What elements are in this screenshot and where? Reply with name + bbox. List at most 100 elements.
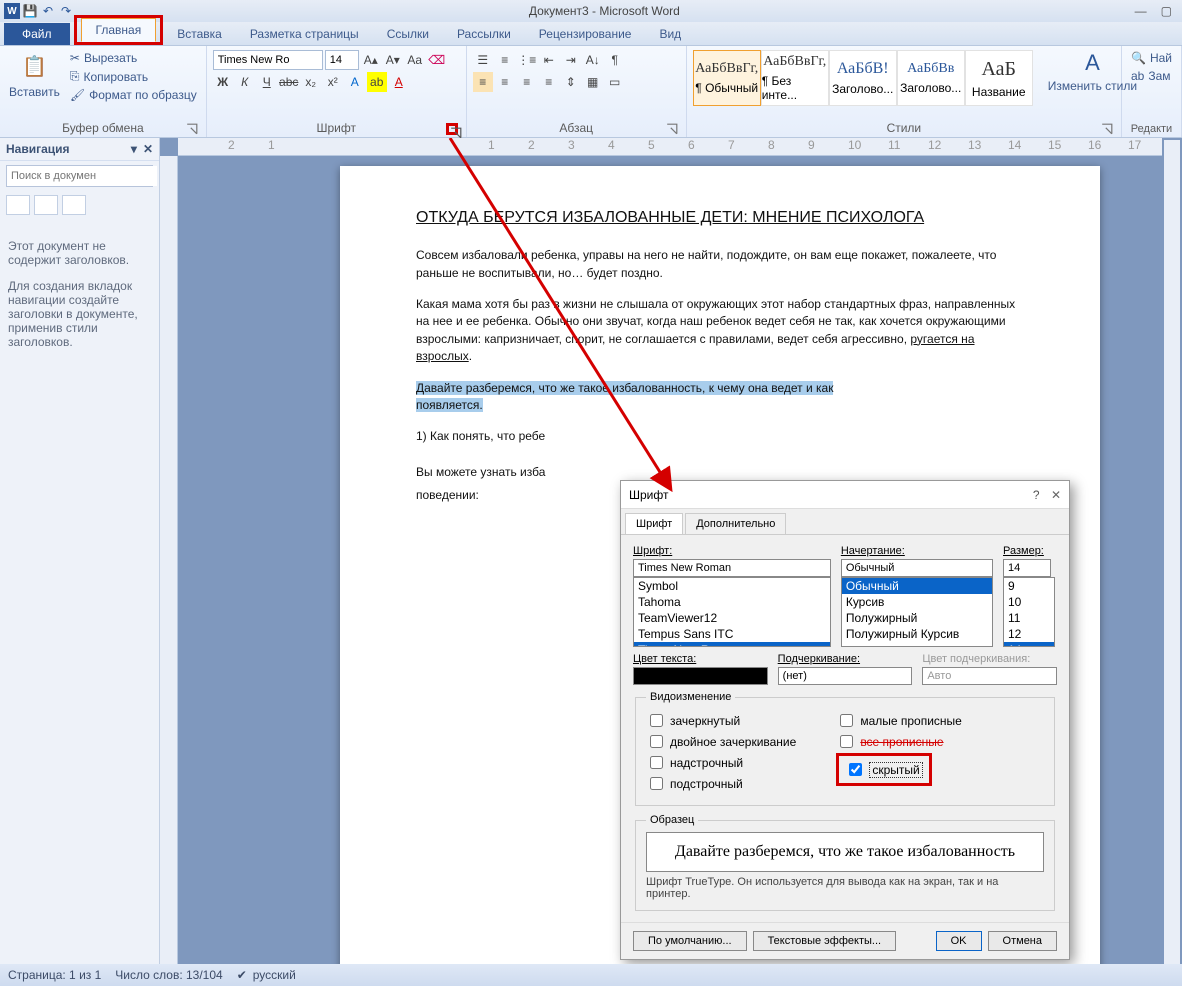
increase-indent-icon[interactable]: ⇥	[561, 50, 581, 70]
align-center-icon[interactable]: ≡	[495, 72, 515, 92]
chk-smallcaps[interactable]: малые прописные	[836, 711, 962, 730]
btn-cancel[interactable]: Отмена	[988, 931, 1057, 951]
chk-dstrike[interactable]: двойное зачеркивание	[646, 732, 796, 751]
styles-dialog-launcher[interactable]	[1101, 123, 1113, 135]
nav-dropdown-icon[interactable]: ▾	[131, 142, 137, 156]
strike-button[interactable]: abc	[279, 72, 299, 92]
style-nospacing[interactable]: АаБбВвГг,¶ Без инте...	[761, 50, 829, 106]
change-case-icon[interactable]: Aa	[405, 50, 425, 70]
font-color-select[interactable]	[633, 667, 768, 685]
highlight-icon[interactable]: ab	[367, 72, 387, 92]
undo-icon[interactable]: ↶	[40, 3, 56, 19]
nav-tab-pages[interactable]	[34, 195, 58, 215]
font-name-input[interactable]	[213, 50, 323, 70]
style-gallery[interactable]: АаБбВвГг,¶ Обычный АаБбВвГг,¶ Без инте..…	[693, 50, 1033, 106]
style-normal[interactable]: АаБбВвГг,¶ Обычный	[693, 50, 761, 106]
tab-home[interactable]: Главная	[81, 18, 157, 42]
nav-search-input[interactable]	[7, 166, 157, 186]
find-button[interactable]: 🔍Най	[1128, 50, 1175, 66]
dialog-tab-advanced[interactable]: Дополнительно	[685, 513, 786, 534]
dialog-title: Шрифт	[629, 488, 668, 502]
font-style-field[interactable]	[841, 559, 993, 577]
btn-textfx[interactable]: Текстовые эффекты...	[753, 931, 897, 951]
superscript-button[interactable]: x²	[323, 72, 343, 92]
chk-strike[interactable]: зачеркнутый	[646, 711, 796, 730]
underline-button[interactable]: Ч	[257, 72, 277, 92]
sort-icon[interactable]: A↓	[583, 50, 603, 70]
nav-tab-results[interactable]	[62, 195, 86, 215]
show-marks-icon[interactable]: ¶	[605, 50, 625, 70]
numbering-icon[interactable]: ≡	[495, 50, 515, 70]
save-icon[interactable]: 💾	[22, 3, 38, 19]
vertical-ruler[interactable]	[160, 156, 178, 986]
align-left-icon[interactable]: ≡	[473, 72, 493, 92]
binoculars-icon: 🔍	[1131, 51, 1146, 65]
nav-tab-headings[interactable]	[6, 195, 30, 215]
copy-button[interactable]: ⎘Копировать	[67, 68, 200, 85]
chk-sub[interactable]: подстрочный	[646, 774, 796, 793]
tab-insert[interactable]: Вставка	[163, 23, 236, 45]
underline-select[interactable]: (нет)	[778, 667, 913, 685]
clear-formatting-icon[interactable]: ⌫	[427, 50, 447, 70]
doc-heading: ОТКУДА БЕРУТСЯ ИЗБАЛОВАННЫЕ ДЕТИ: МНЕНИЕ…	[416, 206, 1024, 229]
underline-color-select[interactable]: Авто	[922, 667, 1057, 685]
font-dialog-launcher[interactable]	[446, 123, 458, 135]
grow-font-icon[interactable]: A▴	[361, 50, 381, 70]
font-color-icon[interactable]: A	[389, 72, 409, 92]
align-right-icon[interactable]: ≡	[517, 72, 537, 92]
tab-layout[interactable]: Разметка страницы	[236, 23, 373, 45]
horizontal-ruler[interactable]: 2 1 1 2 3 4 5 6 7 8 9 10 11 12 13 14 15 …	[178, 138, 1162, 156]
borders-icon[interactable]: ▭	[605, 72, 625, 92]
file-tab[interactable]: Файл	[4, 23, 70, 45]
tab-review[interactable]: Рецензирование	[525, 23, 646, 45]
nav-close-icon[interactable]: ✕	[143, 142, 153, 156]
dialog-help-icon[interactable]: ?	[1025, 488, 1048, 502]
font-name-list[interactable]: SymbolTahomaTeamViewer12Tempus Sans ITCT…	[633, 577, 831, 647]
vertical-scrollbar[interactable]	[1164, 140, 1180, 984]
maximize-icon[interactable]: ▢	[1161, 4, 1172, 18]
tab-refs[interactable]: Ссылки	[373, 23, 443, 45]
status-words[interactable]: Число слов: 13/104	[115, 968, 222, 982]
nav-search[interactable]: 🔍	[6, 165, 153, 187]
font-size-field[interactable]	[1003, 559, 1051, 577]
shading-icon[interactable]: ▦	[583, 72, 603, 92]
clipboard-dialog-launcher[interactable]	[186, 123, 198, 135]
font-size-input[interactable]	[325, 50, 359, 70]
line-spacing-icon[interactable]: ⇕	[561, 72, 581, 92]
paste-icon[interactable]: 📋	[18, 50, 50, 82]
chk-allcaps[interactable]: все прописные	[836, 732, 962, 751]
text-effects-icon[interactable]: A	[345, 72, 365, 92]
btn-ok[interactable]: OK	[936, 931, 982, 951]
font-size-list[interactable]: 910111214	[1003, 577, 1055, 647]
dialog-close-icon[interactable]: ✕	[1051, 488, 1061, 502]
style-heading1[interactable]: АаБбВ!Заголово...	[829, 50, 897, 106]
chk-hidden[interactable]: скрытый	[845, 760, 922, 779]
status-lang[interactable]: ✔русский	[237, 968, 296, 982]
minimize-icon[interactable]: —	[1135, 4, 1147, 18]
format-painter-button[interactable]: 🖌Формат по образцу	[67, 87, 200, 103]
font-style-list[interactable]: ОбычныйКурсивПолужирныйПолужирный Курсив	[841, 577, 993, 647]
paragraph-dialog-launcher[interactable]	[666, 123, 678, 135]
change-styles-icon[interactable]: A	[1085, 50, 1100, 76]
cut-button[interactable]: ✂Вырезать	[67, 50, 200, 66]
shrink-font-icon[interactable]: A▾	[383, 50, 403, 70]
font-name-field[interactable]	[633, 559, 831, 577]
justify-icon[interactable]: ≡	[539, 72, 559, 92]
bold-button[interactable]: Ж	[213, 72, 233, 92]
replace-button[interactable]: abЗам	[1128, 68, 1174, 84]
redo-icon[interactable]: ↷	[58, 3, 74, 19]
style-title[interactable]: АаБНазвание	[965, 50, 1033, 106]
italic-button[interactable]: К	[235, 72, 255, 92]
paste-button[interactable]: Вставить	[6, 84, 63, 100]
multilevel-icon[interactable]: ⋮≡	[517, 50, 537, 70]
btn-default[interactable]: По умолчанию...	[633, 931, 747, 951]
chk-super[interactable]: надстрочный	[646, 753, 796, 772]
dialog-tab-font[interactable]: Шрифт	[625, 513, 683, 534]
bullets-icon[interactable]: ☰	[473, 50, 493, 70]
tab-view[interactable]: Вид	[645, 23, 695, 45]
subscript-button[interactable]: x₂	[301, 72, 321, 92]
status-page[interactable]: Страница: 1 из 1	[8, 968, 101, 982]
tab-mail[interactable]: Рассылки	[443, 23, 525, 45]
style-heading2[interactable]: АаБбВвЗаголово...	[897, 50, 965, 106]
decrease-indent-icon[interactable]: ⇤	[539, 50, 559, 70]
